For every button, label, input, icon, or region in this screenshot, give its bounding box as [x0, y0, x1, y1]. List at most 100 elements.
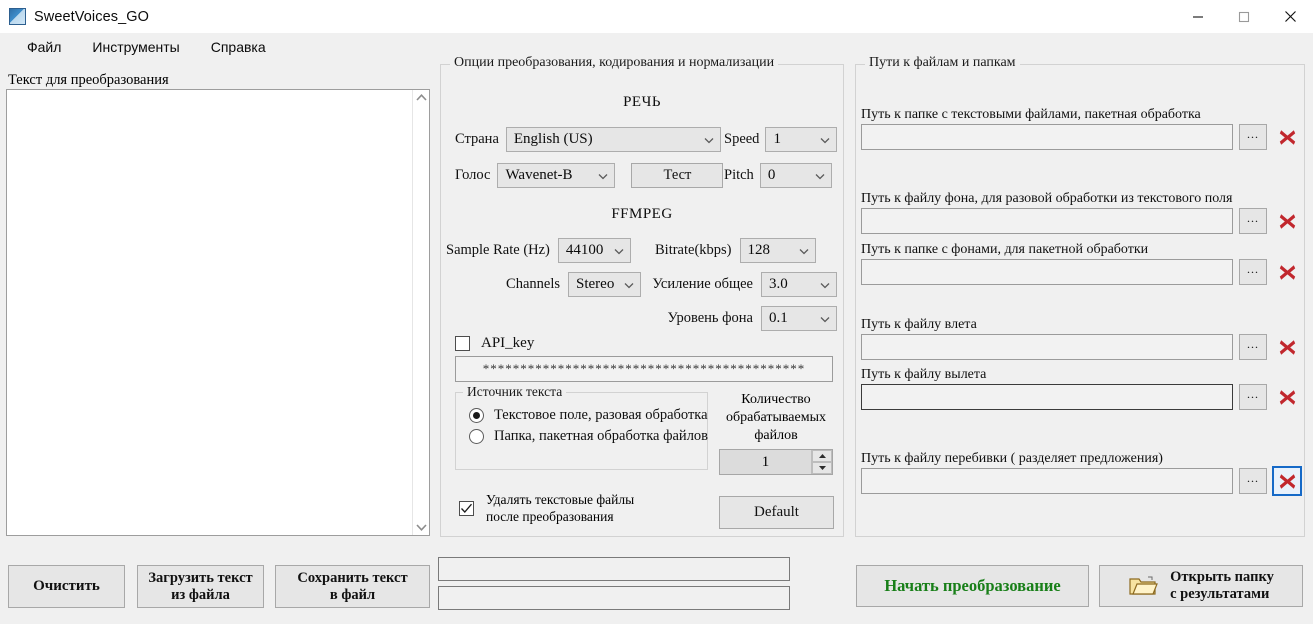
bitrate-select[interactable]: 128 — [739, 238, 816, 263]
open-results-folder-button[interactable]: Открыть папку с результатами — [1099, 565, 1303, 607]
folder-icon — [1129, 576, 1159, 595]
sample-rate-select[interactable]: 44100 — [557, 238, 631, 263]
browse-button-bg-folder[interactable]: ... — [1239, 259, 1267, 285]
speed-select[interactable]: 1 — [765, 127, 838, 152]
browse-button-text-folder[interactable]: ... — [1239, 124, 1267, 150]
test-button[interactable]: Тест — [631, 163, 724, 188]
speech-section-title: РЕЧЬ — [623, 94, 661, 110]
clear-button-outro-file[interactable] — [1274, 384, 1300, 410]
bg-level-select[interactable]: 0.1 — [761, 306, 837, 331]
load-text-button[interactable]: Загрузить текст из файла — [137, 565, 264, 608]
source-option-textfield[interactable]: Текстовое поле, разовая обработка — [469, 407, 708, 424]
path-input-intro-file[interactable] — [861, 334, 1233, 360]
chevron-down-icon — [614, 248, 624, 254]
file-count-label-line1: Количество — [741, 392, 811, 407]
stepper-down-button[interactable] — [812, 462, 832, 474]
menu-item-file[interactable]: Файл — [14, 37, 74, 57]
browse-button-outro-file[interactable]: ... — [1239, 384, 1267, 410]
window-title: SweetVoices_GO — [34, 8, 150, 25]
browse-button-bg-file[interactable]: ... — [1239, 208, 1267, 234]
text-input-area[interactable] — [6, 89, 430, 536]
default-button[interactable]: Default — [719, 496, 834, 529]
paths-group-title: Пути к файлам и папкам — [865, 55, 1020, 71]
caret-up-icon — [818, 454, 826, 458]
path-label-intro-file: Путь к файлу влета — [861, 317, 977, 332]
voice-row: Голос Wavenet-B Тест — [455, 163, 724, 188]
delete-files-checkbox[interactable] — [459, 501, 474, 517]
red-x-icon — [1279, 339, 1295, 355]
clear-button-separator-file[interactable] — [1272, 466, 1302, 496]
chevron-down-icon — [704, 137, 714, 143]
path-input-separator-file[interactable] — [861, 468, 1233, 494]
save-text-button-line2: в файл — [329, 586, 376, 603]
close-button[interactable] — [1267, 0, 1313, 33]
minimize-button[interactable] — [1175, 0, 1221, 33]
chevron-down-icon — [799, 248, 808, 254]
voice-select[interactable]: Wavenet-B — [497, 163, 616, 188]
path-label-bg-file: Путь к файлу фона, для разовой обработки… — [861, 191, 1233, 206]
file-count-value: 1 — [761, 453, 770, 470]
sample-rate-label: Sample Rate (Hz) — [446, 242, 550, 258]
api-key-checkbox[interactable] — [455, 336, 470, 351]
stepper-up-button[interactable] — [812, 450, 832, 462]
path-input-text-folder[interactable] — [861, 124, 1233, 150]
gain-select[interactable]: 3.0 — [761, 272, 837, 297]
channels-value: Stereo — [576, 276, 615, 292]
sample-rate-row: Sample Rate (Hz) 44100 — [446, 238, 631, 263]
chevron-down-icon — [820, 137, 830, 143]
pitch-row: Pitch 0 — [724, 163, 832, 188]
path-label-separator-file: Путь к файлу перебивки ( разделяет предл… — [861, 451, 1163, 466]
country-select[interactable]: English (US) — [505, 127, 721, 152]
clear-button-bg-file[interactable] — [1274, 208, 1300, 234]
chevron-down-icon — [624, 282, 634, 288]
textarea-scrollbar[interactable] — [412, 90, 429, 535]
menu-item-tools[interactable]: Инструменты — [79, 37, 192, 57]
browse-button-intro-file[interactable]: ... — [1239, 334, 1267, 360]
caret-down-icon — [818, 466, 826, 470]
source-group: Источник текста Текстовое поле, разовая … — [455, 384, 709, 470]
open-folder-line2: с результатами — [1170, 586, 1270, 602]
menu-item-help[interactable]: Справка — [198, 37, 279, 57]
clear-button-intro-file[interactable] — [1274, 334, 1300, 360]
app-icon — [9, 8, 26, 25]
delete-files-row[interactable]: Удалять текстовые файлы после преобразов… — [459, 492, 634, 526]
open-folder-line1: Открыть папку — [1170, 569, 1274, 586]
file-count-label: Количество обрабатываемых файлов — [716, 391, 836, 446]
file-count-arrows[interactable] — [811, 450, 832, 474]
source-group-title: Источник текста — [463, 384, 567, 400]
source-option-textfield-label: Текстовое поле, разовая обработка — [494, 407, 708, 423]
api-key-input[interactable]: ****************************************… — [455, 356, 833, 382]
load-text-button-line2: из файла — [171, 586, 230, 603]
path-input-bg-folder[interactable] — [861, 259, 1233, 285]
clear-text-button[interactable]: Очистить — [8, 565, 125, 608]
textarea-body[interactable] — [7, 90, 412, 535]
chevron-down-icon — [815, 173, 825, 179]
clear-button-text-folder[interactable] — [1274, 124, 1300, 150]
ffmpeg-section-title: FFMPEG — [611, 206, 673, 222]
bitrate-value: 128 — [747, 242, 771, 258]
file-count-label-line2: обрабатываемых — [726, 410, 826, 426]
radio-folder[interactable] — [469, 429, 484, 444]
radio-textfield[interactable] — [469, 408, 484, 423]
maximize-button[interactable] — [1221, 0, 1267, 33]
clear-button-bg-folder[interactable] — [1274, 259, 1300, 285]
path-input-bg-file[interactable] — [861, 208, 1233, 234]
chevron-down-icon — [820, 282, 830, 288]
start-conversion-button[interactable]: Начать преобразование — [856, 565, 1089, 607]
api-key-label: API_key — [481, 335, 535, 351]
save-text-button[interactable]: Сохранить текст в файл — [275, 565, 430, 608]
bitrate-label: Bitrate(kbps) — [655, 242, 732, 258]
speed-label: Speed — [724, 131, 760, 147]
pitch-select[interactable]: 0 — [759, 163, 832, 188]
paths-group: Пути к файлам и папкам Путь к папке с те… — [855, 55, 1305, 537]
source-option-folder[interactable]: Папка, пакетная обработка файлов — [469, 428, 709, 445]
red-x-icon — [1279, 213, 1295, 229]
browse-button-separator-file[interactable]: ... — [1239, 468, 1267, 494]
progress-bar-primary — [438, 557, 790, 581]
path-input-outro-file[interactable] — [861, 384, 1233, 410]
gain-row: Усиление общее 3.0 — [641, 272, 837, 297]
source-option-folder-label: Папка, пакетная обработка файлов — [494, 428, 709, 444]
file-count-stepper[interactable]: 1 — [719, 449, 833, 475]
delete-files-label-line1: Удалять текстовые файлы — [486, 492, 635, 507]
channels-select[interactable]: Stereo — [568, 272, 641, 297]
